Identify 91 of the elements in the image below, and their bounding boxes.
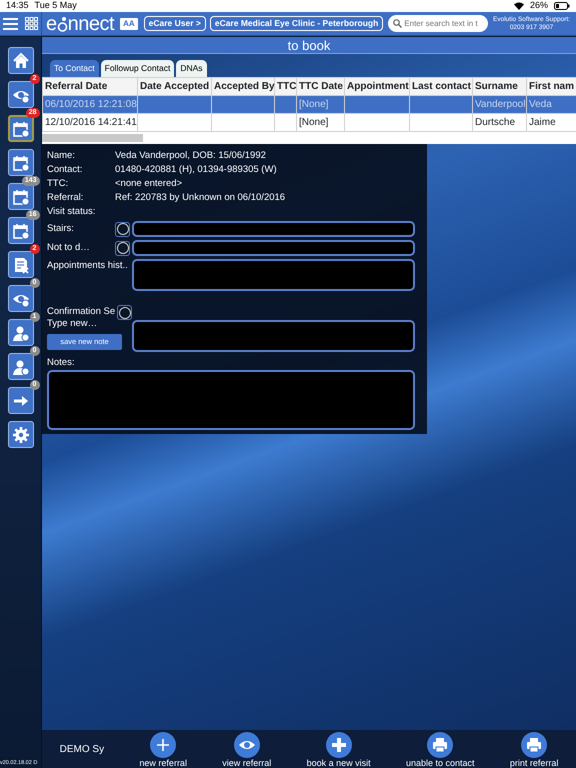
field-value: 01480-420881 (H), 01394-989305 (W) bbox=[115, 163, 278, 176]
input-field[interactable] bbox=[132, 320, 415, 352]
field-label: Appointments hist.. bbox=[47, 259, 129, 273]
printer-icon bbox=[427, 732, 454, 758]
field-value: <none entered> bbox=[115, 177, 184, 190]
wifi-icon bbox=[514, 2, 524, 10]
column-header[interactable]: Date Accepted bbox=[138, 78, 212, 96]
input-field[interactable] bbox=[132, 221, 415, 237]
radio-button[interactable] bbox=[115, 222, 130, 236]
field-label: Contact: bbox=[47, 163, 84, 176]
radio-button[interactable] bbox=[115, 240, 130, 256]
tab[interactable]: To Contact bbox=[50, 60, 99, 77]
sidebar-button[interactable] bbox=[8, 251, 34, 278]
person-icon bbox=[12, 358, 30, 376]
person-icon bbox=[12, 324, 30, 342]
sidebar-button[interactable] bbox=[8, 115, 34, 142]
page-title: to book bbox=[42, 37, 576, 54]
search-field[interactable]: Enter search text in t bbox=[388, 15, 488, 32]
toolbar-button[interactable]: print referral bbox=[510, 732, 558, 768]
sidebar-button[interactable] bbox=[8, 81, 34, 108]
sidebar-button[interactable] bbox=[8, 285, 34, 312]
table-cell: Veda bbox=[529, 99, 552, 110]
sidebar-button[interactable] bbox=[8, 353, 34, 380]
sidebar-button[interactable] bbox=[8, 149, 34, 176]
system-label: DEMO Sy bbox=[60, 742, 104, 756]
search-icon bbox=[393, 19, 402, 28]
input-field[interactable] bbox=[132, 259, 415, 291]
tab[interactable]: DNAs bbox=[176, 60, 207, 77]
battery-icon bbox=[554, 2, 570, 10]
toolbar-button[interactable]: new referral bbox=[139, 732, 187, 768]
field-label: TTC: bbox=[47, 177, 70, 190]
sidebar-button[interactable] bbox=[8, 387, 34, 414]
field-label: Confirmation Se bbox=[47, 305, 116, 320]
field-value: Ref: 220783 by Unknown on 06/10/2016 bbox=[115, 191, 286, 204]
table-cell: 12/10/2016 14:21:41 bbox=[45, 117, 137, 128]
field-label: Referral: bbox=[47, 191, 84, 204]
table-cell: Jaime bbox=[529, 117, 556, 128]
field-label: Name: bbox=[47, 149, 76, 162]
plus-icon bbox=[326, 732, 352, 758]
column-header[interactable]: TTC Date bbox=[296, 78, 344, 96]
toolbar-button[interactable]: unable to contact bbox=[406, 732, 475, 768]
column-header[interactable]: Referral Date bbox=[42, 78, 138, 96]
tab[interactable]: Followup Contact bbox=[100, 60, 174, 77]
battery-percent: 26% bbox=[530, 0, 548, 12]
eye-icon bbox=[234, 732, 260, 758]
sidebar-button[interactable] bbox=[8, 47, 34, 74]
field-label: Not to d… bbox=[47, 240, 91, 255]
table-cell: 06/10/2016 12:21:08 bbox=[45, 99, 137, 110]
radio-button[interactable] bbox=[117, 305, 132, 320]
clinic-button[interactable]: eCare Medical Eye Clinic - Peterborough bbox=[210, 16, 384, 31]
sidebar-button[interactable] bbox=[8, 183, 34, 210]
calendar-icon bbox=[12, 120, 30, 138]
input-field[interactable] bbox=[47, 370, 415, 430]
field-label: Stairs: bbox=[47, 222, 75, 236]
sidebar-button[interactable] bbox=[8, 319, 34, 346]
column-header[interactable]: TTC bbox=[274, 78, 296, 96]
field-label: Type new… bbox=[47, 318, 98, 329]
toolbar-button[interactable]: book a new visit bbox=[306, 732, 371, 768]
scrollbar-thumb[interactable] bbox=[42, 134, 143, 142]
field-label: Notes: bbox=[47, 356, 76, 370]
calendar-icon bbox=[12, 188, 30, 206]
status-date: Tue 5 May bbox=[34, 0, 77, 12]
table-cell: [None] bbox=[299, 117, 328, 128]
font-size-button[interactable]: AA bbox=[120, 18, 138, 30]
column-header[interactable]: Accepted By bbox=[212, 78, 274, 96]
sidebar-button[interactable] bbox=[8, 217, 34, 244]
table-cell: Vanderpool bbox=[475, 99, 526, 110]
table-cell: [None] bbox=[299, 99, 328, 110]
home-icon bbox=[12, 52, 30, 70]
user-button[interactable]: eCare User > bbox=[144, 16, 206, 31]
sidebar-button[interactable] bbox=[8, 421, 34, 448]
calendar-icon bbox=[12, 222, 30, 240]
toolbar-button[interactable]: view referral bbox=[222, 732, 272, 768]
logo-mark-icon bbox=[56, 16, 68, 32]
table-cell: Durtsche bbox=[475, 117, 516, 128]
column-header[interactable]: Appointment bbox=[344, 78, 410, 96]
menu-icon[interactable] bbox=[3, 18, 18, 30]
field-label: Visit status: bbox=[47, 205, 96, 218]
logo-text: nnect bbox=[68, 14, 114, 34]
printer-icon bbox=[521, 732, 548, 758]
grid-icon[interactable] bbox=[24, 17, 38, 30]
plus-icon bbox=[150, 732, 176, 758]
field-value: Veda Vanderpool, DOB: 15/06/1992 bbox=[115, 149, 267, 162]
column-header[interactable]: Last contact bbox=[410, 78, 472, 96]
column-header[interactable]: Surname bbox=[472, 78, 526, 96]
settings-icon bbox=[12, 426, 30, 444]
column-header[interactable]: First nam bbox=[526, 78, 576, 96]
logo-text: e bbox=[46, 14, 57, 34]
input-field[interactable] bbox=[132, 240, 415, 256]
status-time: 14:35 bbox=[6, 0, 29, 12]
calendar-icon bbox=[12, 154, 30, 172]
